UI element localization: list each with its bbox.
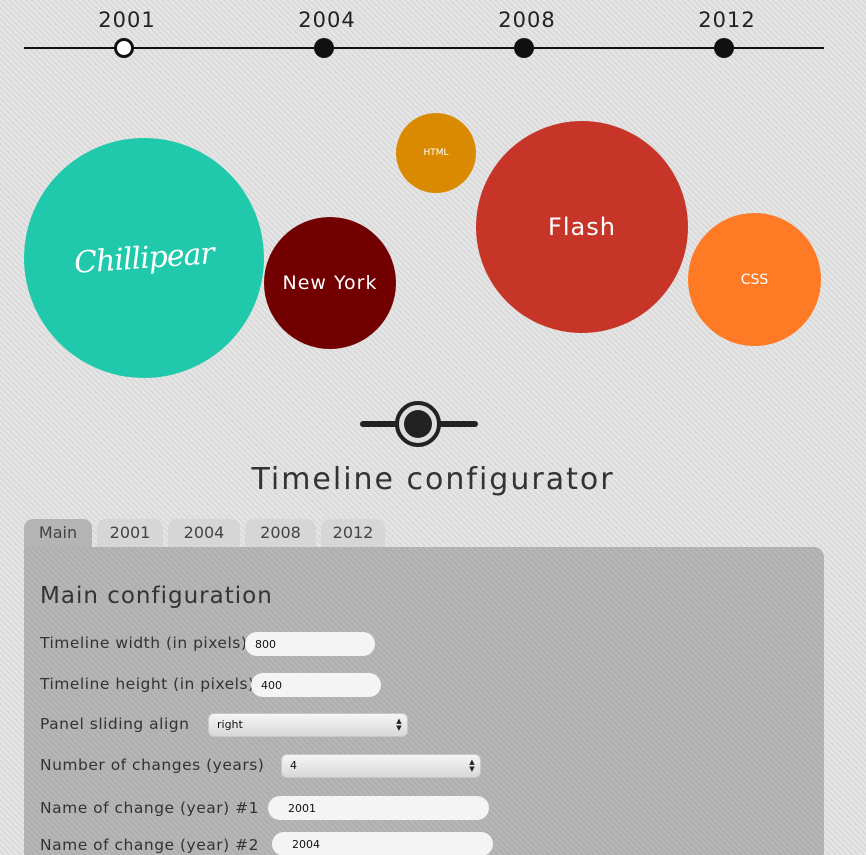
new-york-bubble: New York: [264, 217, 396, 349]
toggle-knob[interactable]: [395, 401, 441, 447]
timeline-height-label: Timeline height (in pixels): [40, 675, 255, 693]
tab-2008[interactable]: 2008: [245, 519, 316, 547]
tab-2004[interactable]: 2004: [168, 519, 240, 547]
year-marker-2012[interactable]: [714, 38, 734, 58]
chillipear-bubble: Chillipear: [24, 138, 264, 378]
flash-label: Flash: [548, 213, 616, 241]
panel-sliding-align-label: Panel sliding align: [40, 715, 190, 733]
year-label-2012: 2012: [698, 8, 756, 32]
timeline-line: [24, 47, 824, 49]
new-york-label: New York: [282, 272, 378, 294]
chillipear-logo: Chillipear: [73, 235, 215, 281]
timeline-width-input[interactable]: [245, 632, 375, 656]
tab-2012[interactable]: 2012: [321, 519, 385, 547]
css-bubble: CSS: [688, 213, 821, 346]
html-bubble: HTML: [396, 113, 476, 193]
year-marker-2008[interactable]: [514, 38, 534, 58]
year-label-2001: 2001: [98, 8, 156, 32]
panel-sliding-align-value: right: [217, 718, 243, 731]
number-of-changes-value: 4: [290, 759, 297, 772]
timeline-width-label: Timeline width (in pixels): [40, 634, 248, 652]
change-2-label: Name of change (year) #2: [40, 836, 259, 854]
select-arrows-icon: ▲ ▼: [396, 717, 402, 732]
knob-core-icon: [404, 410, 432, 438]
configurator-title: Timeline configurator: [251, 462, 615, 497]
year-label-2004: 2004: [298, 8, 356, 32]
change-1-input[interactable]: [268, 796, 489, 820]
css-label: CSS: [740, 271, 769, 288]
panel-sliding-align-select[interactable]: right ▲ ▼: [208, 713, 408, 737]
year-marker-2001[interactable]: [114, 38, 134, 58]
panel-title: Main configuration: [40, 583, 273, 609]
tab-2001[interactable]: 2001: [97, 519, 163, 547]
timeline-height-input[interactable]: [251, 673, 381, 697]
change-1-label: Name of change (year) #1: [40, 799, 259, 817]
number-of-changes-select[interactable]: 4 ▲ ▼: [281, 754, 481, 778]
change-2-input[interactable]: [272, 832, 493, 855]
select-arrows-icon: ▲ ▼: [469, 758, 475, 773]
html-label: HTML: [423, 148, 449, 158]
flash-bubble: Flash: [476, 121, 688, 333]
tab-main[interactable]: Main: [24, 519, 92, 547]
number-of-changes-label: Number of changes (years): [40, 756, 265, 774]
year-label-2008: 2008: [498, 8, 556, 32]
year-marker-2004[interactable]: [314, 38, 334, 58]
